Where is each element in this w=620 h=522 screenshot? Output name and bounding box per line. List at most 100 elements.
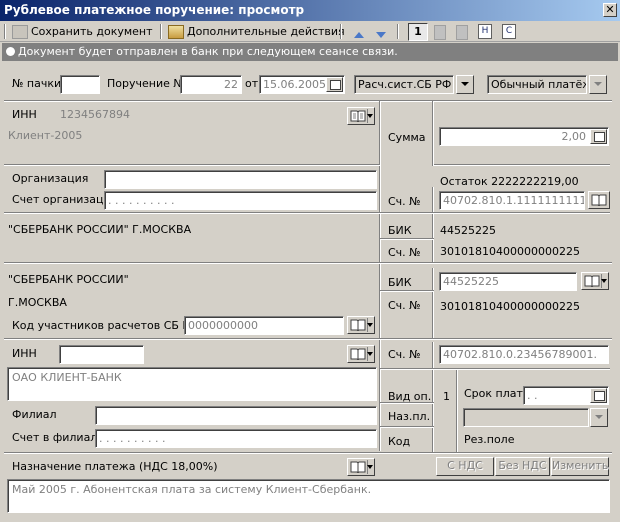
book-icon [350,110,366,122]
close-button[interactable]: ✕ [603,3,617,17]
payment-type-dropdown-button[interactable] [589,75,607,94]
settlement-dropdown-button[interactable] [456,75,474,94]
with-vat-button[interactable]: С НДС [436,457,494,476]
pack-label: № пачки [12,77,62,90]
operation-type-value: 1 [443,390,450,403]
branch-account-label: Счет в филиале [12,431,105,444]
payer-account-directory-button[interactable] [588,191,610,209]
disk-icon [12,25,28,39]
save-document-label: Сохранить документ [31,25,153,38]
payee-account-input[interactable]: 40702.810.0.23456789001. [439,345,609,364]
divider [432,101,434,166]
chevron-down-icon [367,323,373,327]
without-vat-button[interactable]: Без НДС [495,457,550,476]
chevron-down-icon [367,352,373,356]
participant-code-input[interactable]: 0000000000 [184,316,344,335]
sum-input[interactable]: 2,00 [439,127,609,146]
chevron-down-icon [367,465,373,469]
payer-bik-label: БИК [388,224,412,237]
divider [380,238,434,240]
payee-bik-label: БИК [388,276,412,289]
divider [380,426,434,428]
payer-directory-button[interactable] [347,107,375,125]
book-icon [350,461,366,473]
page-h-button[interactable]: H [478,24,492,39]
payment-term-input[interactable]: . . [523,386,609,405]
divider [432,370,434,452]
payee-directory-button[interactable] [347,345,375,363]
order-number-input[interactable]: 22 [180,75,242,94]
organization-account-input[interactable]: . . . . . . . . . . [104,191,377,210]
title-bar: Рублевое платежное поручение: просмотр ✕ [0,0,620,21]
info-icon [6,47,15,56]
organization-label: Организация [12,172,89,185]
payer-inn-value: 1234567894 [60,108,130,121]
payment-purpose-code-label: Наз.пл. [388,410,431,423]
payee-inn-label: ИНН [12,347,37,360]
divider [434,164,610,166]
divider [4,452,612,454]
payment-priority-select[interactable] [463,408,589,427]
branch-account-input[interactable]: . . . . . . . . . . [95,429,377,448]
info-bar: Документ будет отправлен в банк при след… [2,43,618,61]
payee-name-textarea[interactable]: ОАО КЛИЕНТ-БАНК [7,367,377,401]
toolbar-separator [397,24,399,39]
toolbar: Сохранить документ Дополнительные действ… [0,21,620,42]
change-button[interactable]: Изменить [551,457,609,476]
divider [4,262,612,264]
payment-type-select[interactable]: Обычный платёж [487,75,587,94]
organization-input[interactable] [104,170,377,189]
sum-label: Сумма [388,131,426,144]
toolbar-separator [160,24,162,39]
divider [432,187,434,263]
page-icon [434,25,446,40]
participant-code-directory-button[interactable] [347,316,375,334]
branch-input[interactable] [95,406,377,425]
arrow-up-icon [354,31,364,38]
date-value: 15.06.2005 [263,78,326,91]
page-3-button[interactable] [456,23,468,40]
bik-directory-button[interactable] [581,272,609,290]
code-label: Код [388,435,411,448]
divider [4,338,612,340]
payment-order-window: Рублевое платежное поручение: просмотр ✕… [0,0,620,522]
page-h-label: H [481,26,489,36]
payee-bank-name-line1: "СБЕРБАНК РОССИИ" [8,273,129,286]
more-actions-button[interactable]: Дополнительные действия [168,23,345,40]
actions-icon [168,25,184,39]
payee-corr-account-label: Сч. № [388,299,421,312]
purpose-directory-button[interactable] [347,458,375,476]
save-document-button[interactable]: Сохранить документ [12,23,153,40]
page-1-button[interactable]: 1 [408,23,428,41]
more-actions-label: Дополнительные действия [187,25,345,38]
page-2-button[interactable] [434,23,446,40]
payee-bik-input[interactable]: 44525225 [439,272,577,291]
payment-term-value: . . [527,389,538,402]
payer-bank-name: "СБЕРБАНК РОССИИ" Г.МОСКВА [8,223,192,236]
calendar-icon[interactable] [326,77,343,92]
page-1-label: 1 [414,25,422,38]
payee-corr-account-value: 30101810400000000225 [440,300,580,313]
date-input[interactable]: 15.06.2005 [259,75,345,94]
payer-account-input[interactable]: 40702.810.1.11111111111. [439,191,585,210]
calculator-icon[interactable] [590,129,607,144]
operation-type-label: Вид оп. [388,390,432,403]
toolbar-separator [340,24,342,39]
pack-input[interactable] [60,75,100,94]
payment-purpose-label: Назначение платежа (НДС 18,00%) [12,460,218,473]
payee-account-label: Сч. № [388,348,421,361]
divider [380,212,610,214]
order-number-label: Поручение № [107,77,185,90]
payer-inn-label: ИНН [12,108,37,121]
payee-inn-input[interactable] [59,345,144,364]
settlement-system-select[interactable]: Расч.сист.СБ РФ [354,75,454,94]
page-c-button[interactable]: C [502,24,516,39]
reserve-field-label: Рез.поле [464,433,515,446]
move-down-button[interactable] [376,23,386,40]
payment-priority-dropdown-button[interactable] [590,408,608,427]
payment-purpose-textarea[interactable]: Май 2005 г. Абонентская плата за систему… [7,479,610,513]
calendar-icon[interactable] [590,388,607,403]
divider [4,212,380,214]
info-text: Документ будет отправлен в банк при след… [18,45,398,58]
move-up-button[interactable] [354,23,364,40]
